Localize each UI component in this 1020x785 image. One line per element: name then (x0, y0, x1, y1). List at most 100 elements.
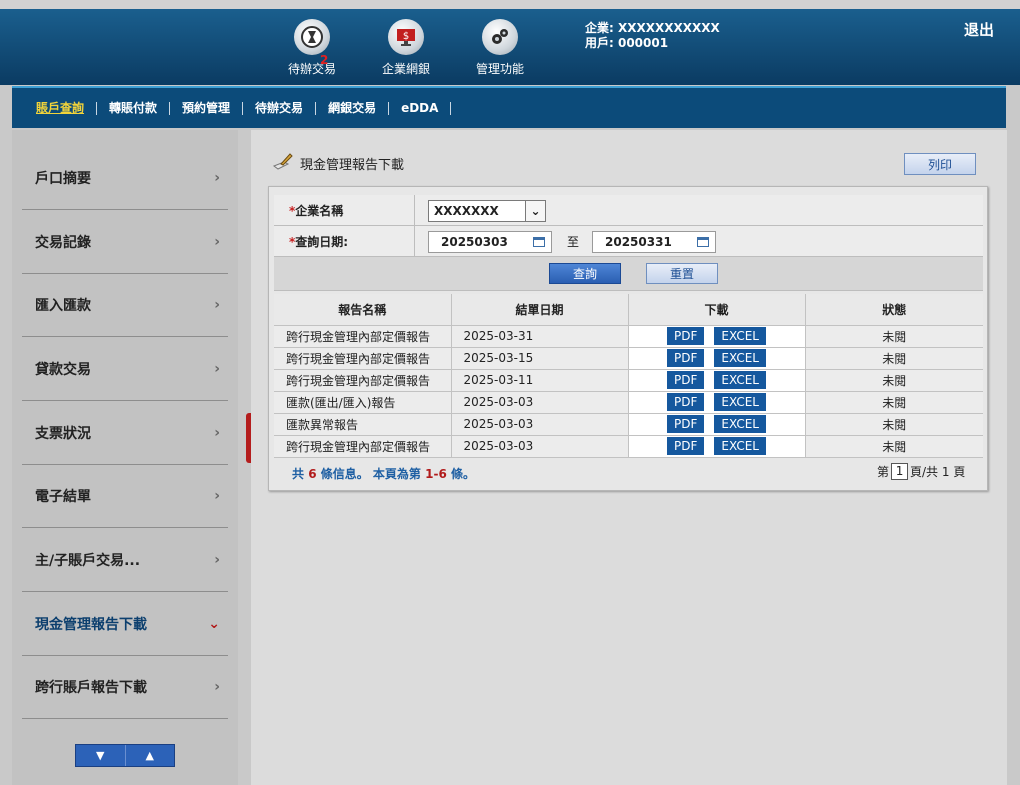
chevron-right-icon: › (214, 424, 220, 441)
excel-download-button[interactable]: EXCEL (714, 371, 766, 389)
table-row: 跨行現金管理內部定價報告 2025-03-15 PDF EXCEL 未閱 (274, 347, 983, 370)
sidebar-item-inward-remittance[interactable]: 匯入匯款 › (22, 273, 228, 337)
pagination: 第 1 頁/共 1 頁 (877, 463, 965, 480)
status: 未閱 (805, 347, 983, 370)
date-label: * 查詢日期: (274, 226, 415, 257)
statement-date: 2025-03-31 (451, 325, 629, 348)
table-row: 跨行現金管理內部定價報告 2025-03-03 PDF EXCEL 未閱 (274, 435, 983, 458)
excel-download-button[interactable]: EXCEL (714, 393, 766, 411)
company-select[interactable]: XXXXXXX ⌄ (428, 200, 546, 222)
chevron-right-icon: › (214, 296, 220, 313)
scroll-down-button[interactable]: ▼ (76, 745, 126, 766)
col-statement-date: 結單日期 (451, 294, 629, 326)
excel-download-button[interactable]: EXCEL (714, 437, 766, 455)
statement-date: 2025-03-03 (451, 391, 629, 414)
col-download: 下載 (628, 294, 806, 326)
date-to-value: 20250331 (605, 235, 672, 249)
corporate-banking-label: 企業網銀 (381, 62, 430, 76)
summary-mid: 條信息。 本頁為第 (320, 467, 421, 481)
status: 未閱 (805, 391, 983, 414)
chevron-right-icon: › (214, 678, 220, 695)
record-summary: 共 6 條信息。 本頁為第 1-6 條。 (292, 465, 475, 482)
date-from-input[interactable]: 20250303 (428, 231, 552, 253)
page-suffix: 頁/共 1 頁 (910, 465, 966, 479)
corporate-banking-button[interactable]: $ 企業網銀 (356, 19, 456, 77)
query-button[interactable]: 查詢 (549, 263, 621, 284)
nav-item-edda[interactable]: eDDA (389, 101, 452, 115)
search-form: * 企業名稱 XXXXXXX ⌄ * 查詢日期: 20250303 至 202503… (274, 195, 983, 291)
nav-item-pending[interactable]: 待辦交易 (243, 101, 317, 115)
table-row: 匯款(匯出/匯入)報告 2025-03-03 PDF EXCEL 未閱 (274, 391, 983, 414)
pdf-download-button[interactable]: PDF (667, 437, 705, 455)
company-select-value: XXXXXXX (434, 204, 499, 218)
chevron-down-icon: ⌄ (208, 615, 220, 632)
company-label-text: 企業名稱 (295, 204, 344, 218)
sidebar-scroll-controls: ▼ ▲ (75, 744, 175, 767)
company-row: * 企業名稱 XXXXXXX ⌄ (274, 195, 983, 226)
reset-button[interactable]: 重置 (646, 263, 718, 284)
summary-suffix: 條。 (451, 467, 476, 481)
sidebar-item-label: 戶口摘要 (35, 170, 91, 187)
nav-item-transfer[interactable]: 轉賬付款 (97, 101, 171, 115)
nav-item-scheduled[interactable]: 預約管理 (170, 101, 244, 115)
gears-icon (482, 19, 518, 55)
sidebar-item-interbank-report[interactable]: 跨行賬戶報告下載 › (22, 655, 228, 719)
pdf-download-button[interactable]: PDF (667, 393, 705, 411)
chevron-right-icon: › (214, 169, 220, 186)
sidebar-item-cash-mgmt-report[interactable]: 現金管理報告下載 ⌄ (22, 592, 228, 656)
pending-tx-label: 待辦交易 (287, 62, 336, 76)
account-info: 企業: XXXXXXXXXXX 用戶: 000001 (585, 21, 720, 51)
sidebar-item-master-sub-account[interactable]: 主/子賬戶交易... › (22, 528, 228, 592)
calendar-icon[interactable] (697, 237, 709, 247)
chevron-down-icon: ⌄ (525, 201, 545, 221)
excel-download-button[interactable]: EXCEL (714, 415, 766, 433)
sidebar-item-label: 現金管理報告下載 (35, 616, 147, 633)
pdf-download-button[interactable]: PDF (667, 415, 705, 433)
download-cell: PDF EXCEL (628, 413, 806, 436)
pdf-download-button[interactable]: PDF (667, 371, 705, 389)
statement-date: 2025-03-11 (451, 369, 629, 392)
sidebar-item-account-summary[interactable]: 戶口摘要 › (22, 146, 228, 210)
excel-download-button[interactable]: EXCEL (714, 349, 766, 367)
pencil-doc-icon (272, 152, 294, 174)
date-row: * 查詢日期: 20250303 至 20250331 (274, 226, 983, 257)
report-name: 跨行現金管理內部定價報告 (274, 325, 452, 348)
sidebar-item-loans[interactable]: 貸款交易 › (22, 337, 228, 401)
nav-item-online-tx[interactable]: 網銀交易 (316, 101, 390, 115)
record-range: 1-6 (425, 467, 447, 481)
date-label-text: 查詢日期: (295, 235, 349, 249)
sidebar-item-label: 支票狀況 (35, 425, 91, 442)
summary-prefix: 共 (292, 467, 305, 481)
logout-link[interactable]: 退出 (964, 19, 994, 40)
nav-item-account-inquiry[interactable]: 賬戶查詢 (24, 101, 98, 115)
scroll-up-button[interactable]: ▲ (126, 745, 175, 766)
date-to-separator: 至 (567, 235, 580, 249)
print-button[interactable]: 列印 (904, 153, 976, 175)
chevron-right-icon: › (214, 551, 220, 568)
download-cell: PDF EXCEL (628, 325, 806, 348)
form-buttons: 查詢 重置 (274, 257, 983, 291)
date-to-input[interactable]: 20250331 (592, 231, 716, 253)
monitor-dollar-icon: $ (388, 19, 424, 55)
status: 未閱 (805, 369, 983, 392)
sidebar-item-transactions[interactable]: 交易記錄 › (22, 210, 228, 274)
sidebar-item-estatement[interactable]: 電子結單 › (22, 464, 228, 528)
sidebar-item-label: 交易記錄 (35, 234, 91, 251)
admin-functions-label: 管理功能 (475, 62, 524, 76)
download-cell: PDF EXCEL (628, 435, 806, 458)
calendar-icon[interactable] (533, 237, 545, 247)
pdf-download-button[interactable]: PDF (667, 349, 705, 367)
page-number-input[interactable]: 1 (891, 463, 909, 480)
pdf-download-button[interactable]: PDF (667, 327, 705, 345)
sidebar: 戶口摘要 › 交易記錄 › 匯入匯款 › 貸款交易 › 支票狀況 › 電子結單 › 主/子賬… (12, 130, 238, 785)
sidebar-item-label: 電子結單 (35, 488, 91, 505)
excel-download-button[interactable]: EXCEL (714, 327, 766, 345)
pending-tx-button[interactable]: 2 待辦交易 (262, 19, 362, 77)
sidebar-item-cheque-status[interactable]: 支票狀況 › (22, 401, 228, 465)
sidebar-item-label: 主/子賬戶交易... (35, 552, 141, 569)
svg-text:$: $ (403, 31, 409, 42)
admin-functions-button[interactable]: 管理功能 (450, 19, 550, 77)
top-strip (0, 0, 1020, 9)
status: 未閱 (805, 325, 983, 348)
download-cell: PDF EXCEL (628, 369, 806, 392)
